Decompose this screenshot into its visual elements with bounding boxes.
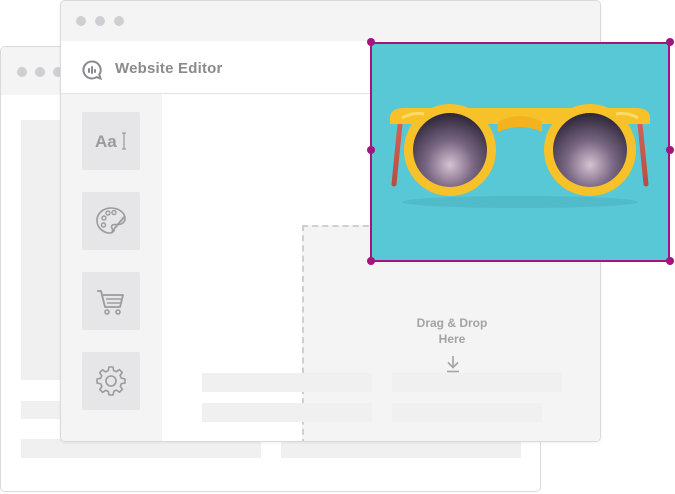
resize-handle-top-left[interactable] xyxy=(367,38,375,46)
cart-icon xyxy=(97,290,124,315)
text-tool-button[interactable]: Aa xyxy=(82,112,140,170)
dropzone-label-line1: Drag & Drop xyxy=(416,316,488,330)
background-text-placeholder xyxy=(21,401,61,419)
dropzone-label: Drag & Drop Here xyxy=(304,315,600,347)
text-placeholder xyxy=(202,403,372,422)
resize-handle-right[interactable] xyxy=(666,146,674,154)
selected-image[interactable] xyxy=(370,42,670,262)
text-tool-glyph: Aa xyxy=(95,132,117,151)
download-arrow-icon xyxy=(447,356,459,373)
resize-handle-bottom-left[interactable] xyxy=(367,257,375,265)
gear-icon xyxy=(96,366,126,396)
tool-sidebar: Aa xyxy=(61,94,162,441)
store-tool-button[interactable] xyxy=(82,272,140,330)
sunglasses-image xyxy=(390,104,650,208)
background-sidebar-placeholder xyxy=(21,120,61,380)
window-dot xyxy=(17,67,27,77)
palette-icon xyxy=(96,207,126,234)
editor-window-titlebar xyxy=(61,1,600,41)
theme-tool-button[interactable] xyxy=(82,192,140,250)
text-placeholder xyxy=(392,403,542,422)
chat-bubble-logo-icon xyxy=(82,60,103,81)
app-title: Website Editor xyxy=(115,60,223,77)
window-dot xyxy=(35,67,45,77)
dropzone-label-line2: Here xyxy=(438,332,466,346)
text-style-icon: Aa xyxy=(95,132,126,151)
text-placeholder xyxy=(392,373,562,392)
window-dot xyxy=(95,16,105,26)
resize-handle-left[interactable] xyxy=(367,146,375,154)
resize-handle-bottom-right[interactable] xyxy=(666,257,674,265)
settings-tool-button[interactable] xyxy=(82,352,140,410)
resize-handle-top-right[interactable] xyxy=(666,38,674,46)
window-dot xyxy=(76,16,86,26)
text-placeholder xyxy=(202,373,372,392)
window-dot xyxy=(114,16,124,26)
